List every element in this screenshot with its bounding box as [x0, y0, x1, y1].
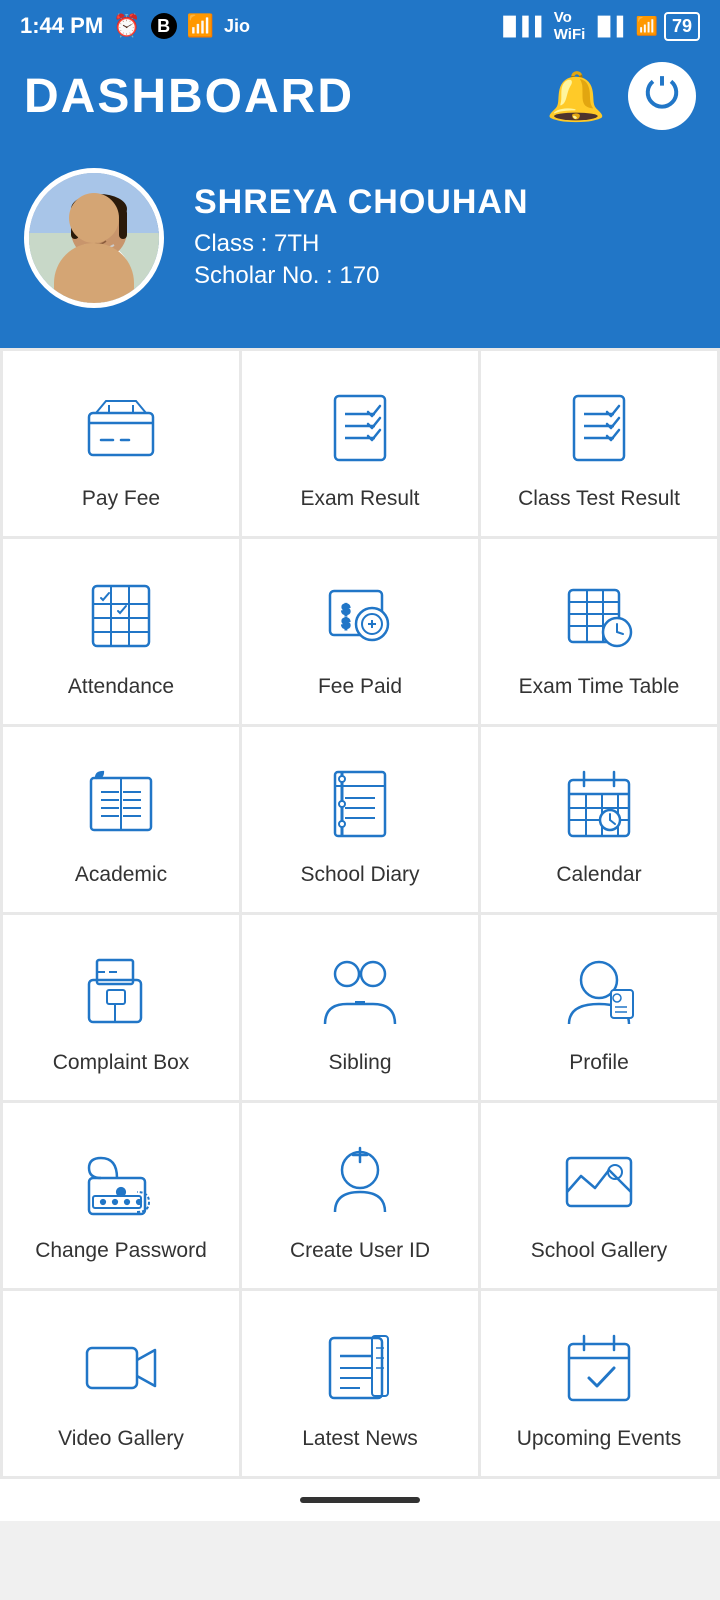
power-icon — [643, 73, 681, 120]
grid-item-create-user-id[interactable]: Create User ID — [242, 1103, 478, 1288]
time-display: 1:44 PM — [20, 13, 103, 39]
attendance-icon — [76, 571, 166, 661]
change-password-label: Change Password — [35, 1239, 207, 1263]
b-icon: B — [151, 13, 177, 39]
exam-timetable-label: Exam Time Table — [519, 675, 680, 699]
pay-fee-icon — [76, 383, 166, 473]
notification-bell-button[interactable]: 🔔 — [542, 62, 610, 130]
student-class: Class : 7TH — [194, 230, 529, 258]
fee-paid-label: Fee Paid — [318, 675, 402, 699]
grid-item-school-gallery[interactable]: School Gallery — [481, 1103, 717, 1288]
latest-news-icon — [315, 1323, 405, 1413]
grid-item-attendance[interactable]: Attendance — [3, 539, 239, 724]
alarm-icon: ⏰ — [113, 13, 140, 39]
grid-item-sibling[interactable]: Sibling — [242, 915, 478, 1100]
change-password-icon — [76, 1135, 166, 1225]
header: DASHBOARD 🔔 — [0, 52, 720, 158]
school-diary-icon — [315, 759, 405, 849]
dashboard-grid: Pay Fee Exam Result Class Test Result At… — [0, 348, 720, 1479]
complaint-box-label: Complaint Box — [53, 1051, 190, 1075]
grid-item-calendar[interactable]: Calendar — [481, 727, 717, 912]
academic-label: Academic — [75, 863, 167, 887]
grid-item-fee-paid[interactable]: $ $ Fee Paid — [242, 539, 478, 724]
sibling-label: Sibling — [328, 1051, 391, 1075]
attendance-label: Attendance — [68, 675, 174, 699]
dashboard-title: DASHBOARD — [24, 69, 354, 124]
school-gallery-icon — [554, 1135, 644, 1225]
grid-item-class-test[interactable]: Class Test Result — [481, 351, 717, 536]
home-indicator — [300, 1497, 420, 1503]
bottom-bar — [0, 1479, 720, 1521]
bell-icon: 🔔 — [546, 68, 606, 125]
profile-info: SHREYA CHOUHAN Class : 7TH Scholar No. :… — [194, 183, 529, 294]
grid-item-change-password[interactable]: Change Password — [3, 1103, 239, 1288]
profile-section: SHREYA CHOUHAN Class : 7TH Scholar No. :… — [0, 158, 720, 348]
calendar-label: Calendar — [556, 863, 641, 887]
pay-fee-label: Pay Fee — [82, 487, 160, 511]
grid-item-exam-timetable[interactable]: Exam Time Table — [481, 539, 717, 724]
grid-item-upcoming-events[interactable]: Upcoming Events — [481, 1291, 717, 1476]
power-button[interactable] — [628, 62, 696, 130]
wifi-signal: 📶 — [636, 16, 658, 37]
avatar-image — [29, 173, 159, 303]
battery-display: 79 — [664, 12, 700, 41]
create-user-id-label: Create User ID — [290, 1239, 430, 1263]
vowifi-icon: VoWiFi — [554, 9, 586, 43]
status-right: ▐▌▌▌ VoWiFi ▐▌▌ 📶 79 — [497, 9, 700, 43]
class-test-icon — [554, 383, 644, 473]
grid-item-academic[interactable]: Academic — [3, 727, 239, 912]
grid-item-exam-result[interactable]: Exam Result — [242, 351, 478, 536]
grid-item-pay-fee[interactable]: Pay Fee — [3, 351, 239, 536]
grid-item-video-gallery[interactable]: Video Gallery — [3, 1291, 239, 1476]
avatar — [24, 168, 164, 308]
sibling-icon — [315, 947, 405, 1037]
school-gallery-label: School Gallery — [531, 1239, 668, 1263]
student-name: SHREYA CHOUHAN — [194, 183, 529, 222]
video-gallery-icon — [76, 1323, 166, 1413]
academic-icon — [76, 759, 166, 849]
calendar-icon — [554, 759, 644, 849]
video-gallery-label: Video Gallery — [58, 1427, 184, 1451]
exam-result-icon — [315, 383, 405, 473]
signal-icon: ▐▌▌▌ — [497, 16, 548, 37]
latest-news-label: Latest News — [302, 1427, 418, 1451]
cast-icon: 📶 — [187, 13, 214, 39]
complaint-box-icon — [76, 947, 166, 1037]
grid-item-school-diary[interactable]: School Diary — [242, 727, 478, 912]
wifi-icon: ▐▌▌ — [591, 16, 629, 37]
exam-result-label: Exam Result — [300, 487, 419, 511]
create-user-id-icon — [315, 1135, 405, 1225]
header-icons: 🔔 — [542, 62, 696, 130]
profile-icon — [554, 947, 644, 1037]
status-bar: 1:44 PM ⏰ B 📶 Jio ▐▌▌▌ VoWiFi ▐▌▌ 📶 79 — [0, 0, 720, 52]
profile-label: Profile — [569, 1051, 629, 1075]
exam-timetable-icon — [554, 571, 644, 661]
upcoming-events-icon — [554, 1323, 644, 1413]
jio-icon: Jio — [224, 16, 250, 37]
fee-paid-icon: $ $ — [315, 571, 405, 661]
upcoming-events-label: Upcoming Events — [517, 1427, 682, 1451]
grid-item-latest-news[interactable]: Latest News — [242, 1291, 478, 1476]
school-diary-label: School Diary — [300, 863, 419, 887]
status-left: 1:44 PM ⏰ B 📶 Jio — [20, 13, 250, 39]
grid-item-complaint-box[interactable]: Complaint Box — [3, 915, 239, 1100]
grid-item-profile[interactable]: Profile — [481, 915, 717, 1100]
class-test-label: Class Test Result — [518, 487, 680, 511]
svg-text:$: $ — [342, 615, 350, 631]
student-scholar: Scholar No. : 170 — [194, 262, 529, 290]
